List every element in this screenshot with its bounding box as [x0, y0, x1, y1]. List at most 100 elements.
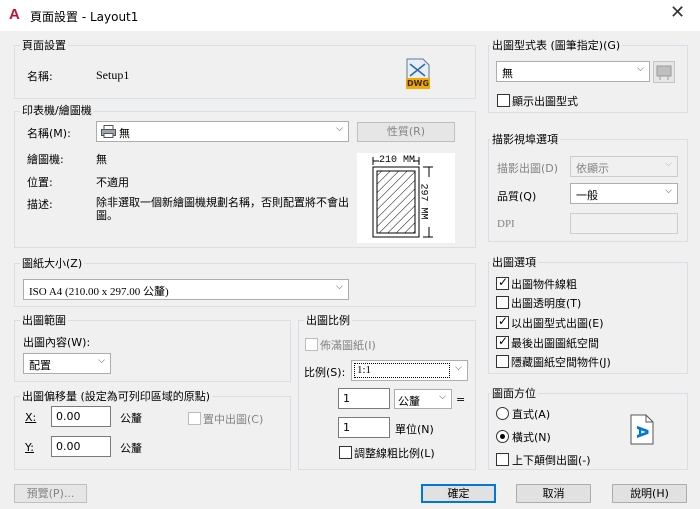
scale-lineweights-label: 調整線粗比例(L) — [354, 447, 435, 460]
scale-value: 1:1 — [357, 364, 372, 376]
page-setup-group-label: 頁面設置 — [20, 39, 68, 52]
location-label: 位置: — [27, 176, 53, 189]
plotter-value: 無 — [96, 153, 107, 166]
close-icon[interactable]: ✕ — [670, 4, 685, 22]
orientation-page-letter: A — [633, 425, 653, 439]
offset-y-input[interactable]: 0.00 — [51, 436, 111, 457]
scale-value1-input[interactable]: 1 — [338, 388, 390, 409]
chevron-down-icon: ⌵ — [98, 356, 105, 366]
chevron-down-icon: ⌵ — [637, 64, 644, 74]
plot-paperspace-last-checkbox[interactable] — [496, 334, 509, 349]
printer-group-label: 印表機/繪圖機 — [20, 104, 94, 117]
offset-y-value: 0.00 — [56, 440, 81, 453]
printer-name-select[interactable]: 無 ⌵ — [96, 121, 349, 142]
preview-button[interactable]: 預覽(P)... — [14, 484, 87, 503]
dwg-badge-label: DWG — [407, 79, 430, 88]
plot-with-styles-checkbox[interactable] — [496, 314, 509, 329]
paper-size-select[interactable]: ISO A4 (210.00 x 297.00 公釐) ⌵ — [23, 279, 349, 300]
dpi-label: DPI — [497, 218, 515, 230]
plot-area-group-label: 出圖範圍 — [20, 314, 68, 327]
plot-lineweights-checkbox[interactable] — [496, 275, 509, 290]
page-setup-name-value: Setup1 — [96, 68, 130, 82]
plot-transparency-label: 出圖透明度(T) — [511, 297, 582, 310]
offset-x-label: X: — [25, 411, 37, 424]
printer-name-label: 名稱(M): — [27, 127, 71, 140]
chevron-down-icon: ⌵ — [665, 159, 672, 169]
scale-lineweights-checkbox[interactable] — [339, 446, 352, 459]
quality-select[interactable]: 一般 ⌵ — [570, 183, 678, 204]
shaded-viewport-group-label: 描影視埠選項 — [490, 133, 560, 146]
plot-with-styles-label: 以出圖型式出圖(E) — [511, 317, 604, 330]
paper-preview: 210 MM 297 MM — [357, 153, 455, 243]
paper-size-value: ISO A4 (210.00 x 297.00 公釐) — [29, 286, 169, 298]
portrait-radio[interactable] — [496, 407, 509, 420]
landscape-label: 橫式(N) — [512, 431, 551, 444]
preview-width-label: 210 MM — [379, 155, 416, 166]
printer-name-value: 無 — [119, 127, 130, 140]
center-plot-checkbox[interactable] — [188, 412, 201, 425]
offset-y-unit: 公釐 — [120, 442, 142, 455]
description-value: 除非選取一個新繪圖機規劃名稱，否則配置將不會出圖。 — [96, 196, 349, 222]
scale-unit2-label: 單位(N) — [395, 423, 434, 436]
chevron-down-icon: ⌵ — [665, 186, 672, 196]
scale-unit-select[interactable]: 公釐 ⌵ — [394, 389, 452, 409]
plot-upside-down-label: 上下顛倒出圖(-) — [512, 454, 591, 467]
what-to-plot-select[interactable]: 配置 ⌵ — [23, 353, 111, 374]
hide-paperspace-objects-label: 隱藏圖紙空間物件(J) — [511, 356, 611, 369]
landscape-radio[interactable] — [496, 430, 509, 443]
plot-lineweights-label: 出圖物件線粗 — [511, 278, 577, 291]
plot-style-value: 無 — [502, 67, 513, 80]
description-label: 描述: — [27, 198, 53, 211]
chevron-down-icon: ⌵ — [439, 392, 446, 402]
location-value: 不適用 — [96, 176, 129, 189]
preview-height-label: 297 MM — [417, 183, 429, 220]
offset-x-value: 0.00 — [56, 410, 81, 423]
paper-size-group-label: 圖紙大小(Z) — [20, 257, 85, 270]
what-to-plot-value: 配置 — [29, 359, 51, 372]
plotter-label: 繪圖機: — [27, 153, 64, 166]
hide-paperspace-objects-checkbox[interactable] — [496, 355, 509, 368]
offset-y-label: Y: — [25, 441, 34, 454]
dpi-input[interactable] — [570, 213, 678, 234]
plot-transparency-checkbox[interactable] — [496, 296, 509, 309]
printer-icon — [101, 125, 116, 138]
cancel-button[interactable]: 取消 — [516, 484, 591, 503]
offset-x-unit: 公釐 — [120, 412, 142, 425]
ok-button[interactable]: 確定 — [421, 484, 496, 503]
help-button[interactable]: 說明(H) — [612, 484, 687, 503]
window-title: 頁面設置 - Layout1 — [30, 10, 139, 24]
page-setup-name-label: 名稱: — [27, 70, 53, 83]
shade-plot-select[interactable]: 依顯示 ⌵ — [570, 156, 678, 177]
display-plot-styles-checkbox[interactable] — [497, 94, 510, 107]
quality-label: 品質(Q) — [497, 190, 537, 203]
scale-select[interactable]: 1:1 ⌵ — [351, 360, 468, 381]
shade-plot-label: 描影出圖(D) — [497, 162, 559, 175]
plot-scale-group-label: 出圖比例 — [304, 314, 352, 327]
scale-label: 比例(S): — [304, 366, 346, 379]
plot-upside-down-checkbox[interactable] — [496, 453, 509, 466]
orientation-group-label: 圖面方位 — [490, 387, 538, 400]
center-plot-label: 置中出圖(C) — [203, 413, 264, 426]
fit-to-paper-label: 佈滿圖紙(I) — [320, 339, 376, 352]
portrait-label: 直式(A) — [512, 408, 551, 421]
chevron-down-icon: ⌵ — [336, 124, 343, 134]
equals-sign: = — [456, 393, 466, 406]
chevron-down-icon: ⌵ — [455, 363, 462, 373]
offset-x-input[interactable]: 0.00 — [51, 406, 111, 427]
plot-paperspace-last-label: 最後出圖圖紙空間 — [511, 337, 599, 350]
chevron-down-icon: ⌵ — [336, 282, 343, 292]
plot-options-group-label: 出圖選項 — [490, 256, 538, 269]
autocad-logo-icon: A — [9, 6, 20, 23]
plot-style-select[interactable]: 無 ⌵ — [496, 61, 650, 82]
orientation-page-icon: A — [630, 414, 654, 445]
scale-value1: 1 — [343, 392, 350, 405]
what-to-plot-label: 出圖內容(W): — [23, 336, 91, 349]
scale-value2-input[interactable]: 1 — [338, 417, 390, 438]
fit-to-paper-checkbox[interactable] — [305, 338, 318, 351]
scale-value2: 1 — [343, 421, 350, 434]
display-plot-styles-label: 顯示出圖型式 — [512, 95, 578, 108]
properties-button[interactable]: 性質(R) — [357, 122, 455, 142]
plot-offset-group-label: 出圖偏移量 (設定為可列印區域的原點) — [20, 390, 213, 403]
scale-unit-value: 公釐 — [398, 395, 420, 408]
edit-plot-style-icon[interactable] — [653, 61, 675, 83]
